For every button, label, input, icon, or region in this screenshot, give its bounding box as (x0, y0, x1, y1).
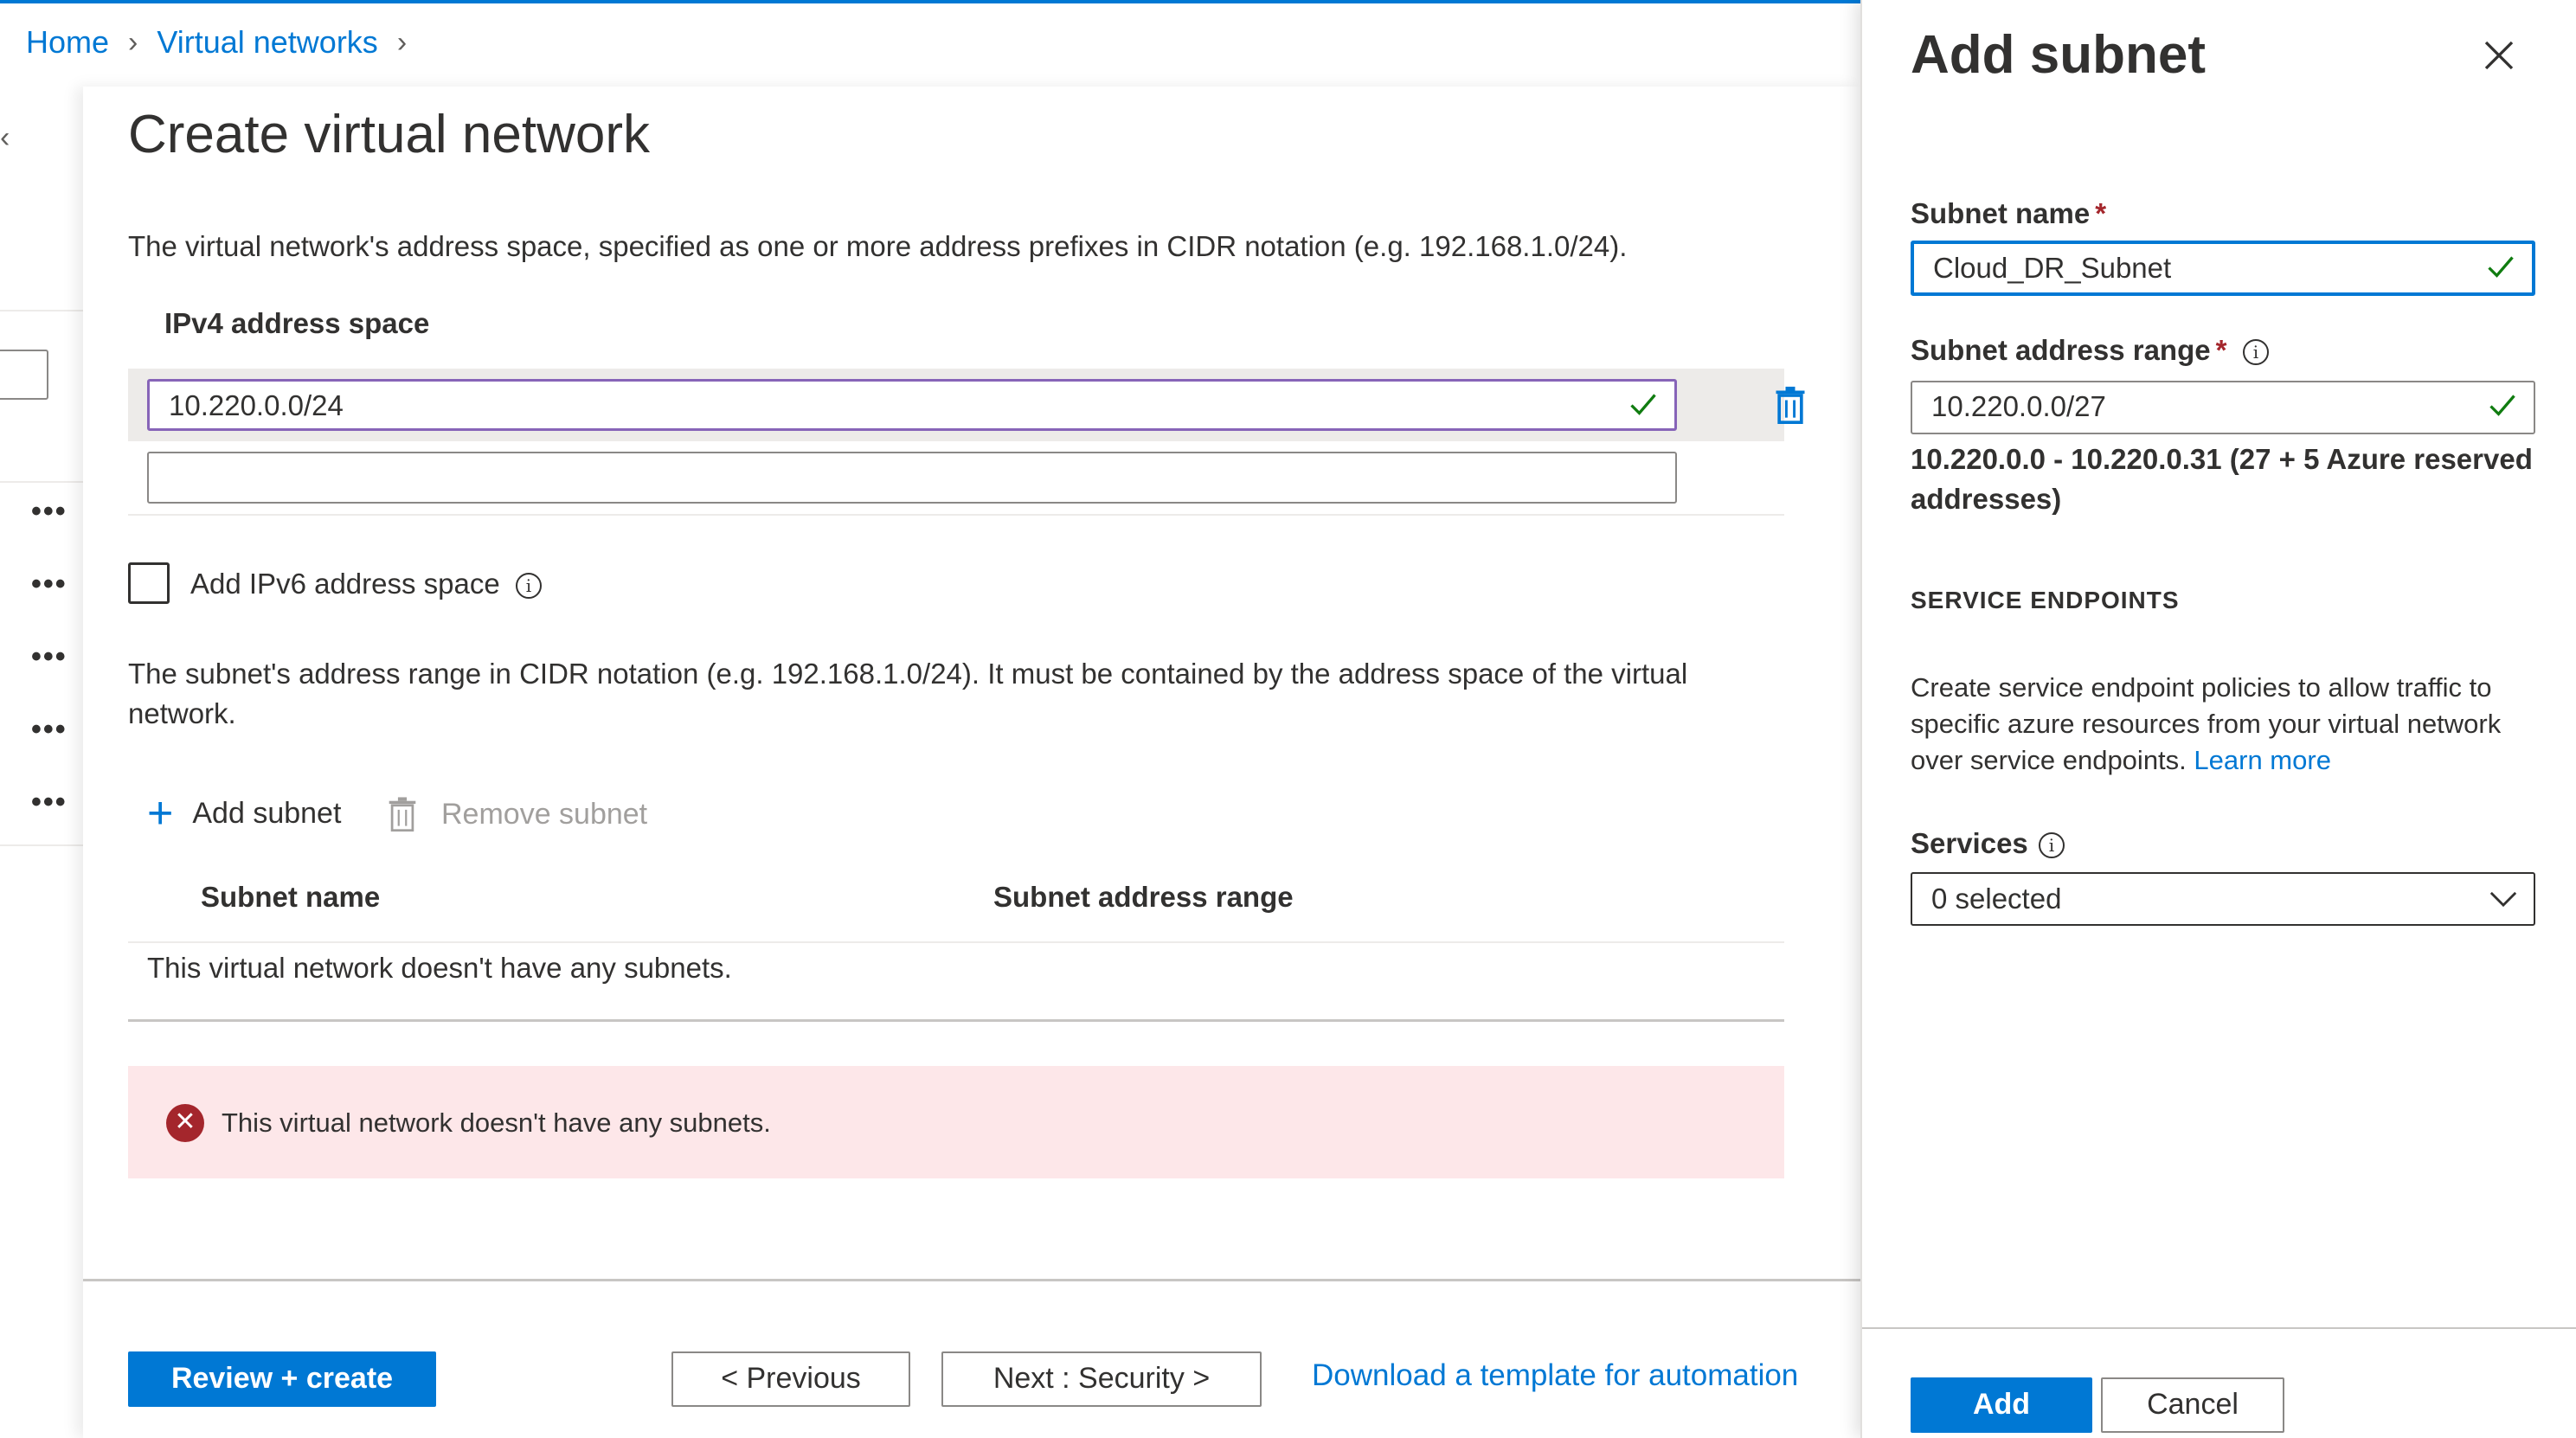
add-ipv6-label: Add IPv6 address space (190, 568, 500, 600)
divider (0, 310, 83, 311)
download-template-link[interactable]: Download a template for automation (1312, 1358, 1798, 1393)
subnet-description: The subnet's address range in CIDR notat… (128, 658, 1688, 729)
ipv4-row-selected: 10.220.0.0/24 (128, 369, 1805, 441)
table-bottom-divider (128, 1019, 1784, 1022)
address-space-description: The virtual network's address space, spe… (128, 230, 1628, 262)
collapse-icon[interactable]: ‹ (0, 121, 10, 155)
subnet-range-value: 10.220.0.0/27 (1931, 390, 2106, 422)
divider (128, 514, 1784, 516)
subnet-name-label: Subnet name * (1911, 197, 2106, 230)
ipv4-address-input[interactable]: 10.220.0.0/24 (147, 379, 1677, 431)
plus-icon: + (147, 788, 174, 838)
services-label: Services (1911, 827, 2028, 859)
add-button[interactable]: Add (1911, 1377, 2092, 1433)
column-header-subnet-name[interactable]: Subnet name (201, 881, 380, 914)
review-create-button[interactable]: Review + create (128, 1351, 436, 1407)
service-endpoints-heading: SERVICE ENDPOINTS (1911, 587, 2180, 613)
subnet-range-label-text: Subnet address range (1911, 334, 2211, 366)
subnet-range-label: Subnet address range * (1911, 334, 2226, 367)
next-security-button[interactable]: Next : Security > (941, 1351, 1262, 1407)
footer-divider (83, 1279, 1860, 1281)
more-icon[interactable]: ••• (31, 495, 67, 529)
subnet-range-note: 10.220.0.0 - 10.220.0.31 (27 + 5 Azure r… (1911, 443, 2533, 515)
remove-subnet-button[interactable]: Remove subnet (388, 796, 647, 832)
more-icon[interactable]: ••• (31, 568, 67, 601)
error-message-text: This virtual network doesn't have any su… (222, 1107, 771, 1138)
trash-icon[interactable] (1774, 386, 1807, 424)
more-icon[interactable]: ••• (31, 786, 67, 819)
panel-footer-divider (1862, 1327, 2576, 1329)
checkmark-icon (2488, 256, 2514, 278)
more-icon[interactable]: ••• (31, 713, 67, 747)
ipv4-section-label: IPv4 address space (164, 307, 430, 339)
service-endpoints-description: Create service endpoint policies to allo… (1911, 670, 2534, 779)
column-header-subnet-range[interactable]: Subnet address range (993, 881, 1294, 914)
learn-more-link[interactable]: Learn more (2194, 745, 2331, 775)
add-subnet-label: Add subnet (192, 796, 342, 830)
cancel-button[interactable]: Cancel (2101, 1377, 2284, 1433)
background-blade: ‹ ••• ••• ••• ••• ••• (0, 0, 83, 1438)
close-icon[interactable] (2482, 38, 2516, 73)
subnet-range-input[interactable]: 10.220.0.0/27 (1911, 381, 2535, 434)
checkmark-icon (1630, 394, 1656, 415)
info-icon[interactable]: i (516, 573, 542, 599)
table-header-divider (128, 941, 1784, 943)
chevron-right-icon: › (396, 25, 408, 59)
previous-button[interactable]: < Previous (671, 1351, 910, 1407)
subnet-name-input[interactable]: Cloud_DR_Subnet (1911, 241, 2535, 296)
page-title: Create virtual network (128, 105, 651, 164)
chevron-right-icon: › (128, 25, 138, 59)
more-icon[interactable]: ••• (31, 640, 67, 674)
background-input[interactable] (0, 350, 48, 400)
info-icon[interactable]: i (2039, 832, 2065, 858)
ipv4-address-input-empty[interactable] (147, 452, 1677, 504)
divider (0, 844, 83, 846)
required-marker: * (2215, 334, 2227, 366)
info-icon[interactable]: i (2243, 339, 2269, 365)
panel-title: Add subnet (1911, 25, 2206, 85)
add-subnet-button[interactable]: + Add subnet (147, 788, 342, 838)
add-subnet-panel: Add subnet Subnet name * Cloud_DR_Subnet … (1860, 0, 2576, 1438)
divider (0, 481, 83, 483)
remove-subnet-label: Remove subnet (441, 797, 648, 831)
required-marker: * (2095, 197, 2107, 229)
chevron-down-icon (2489, 891, 2517, 908)
error-message-bar: ✕ This virtual network doesn't have any … (128, 1066, 1784, 1178)
ipv4-address-value: 10.220.0.0/24 (169, 389, 344, 421)
breadcrumb-virtual-networks[interactable]: Virtual networks (157, 24, 377, 61)
checkmark-icon (2489, 395, 2515, 416)
empty-table-message: This virtual network doesn't have any su… (147, 952, 732, 984)
subnet-name-label-text: Subnet name (1911, 197, 2091, 229)
add-ipv6-checkbox[interactable] (128, 562, 170, 604)
error-icon: ✕ (166, 1104, 204, 1142)
services-dropdown[interactable]: 0 selected (1911, 872, 2535, 926)
trash-icon (389, 797, 416, 832)
breadcrumb: Home › Virtual networks › (26, 24, 426, 61)
subnet-name-value: Cloud_DR_Subnet (1933, 252, 2172, 284)
create-virtual-network-blade: Create virtual network The virtual netwo… (83, 87, 1860, 1438)
services-selected-value: 0 selected (1931, 883, 2062, 915)
